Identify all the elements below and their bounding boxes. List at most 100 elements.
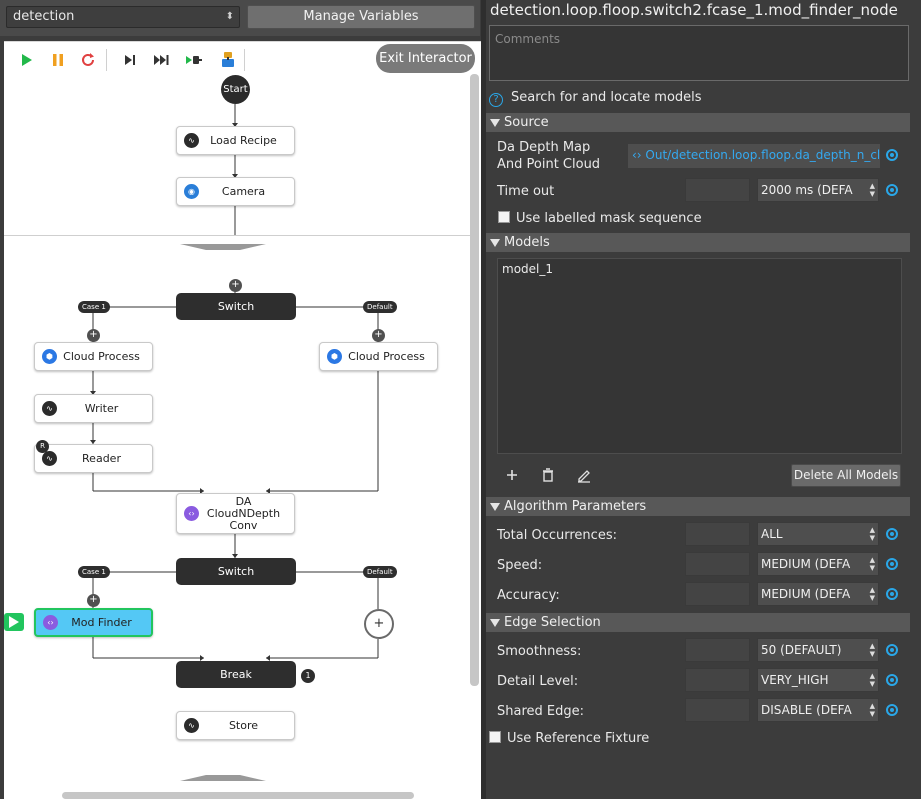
trash-icon[interactable] (540, 467, 556, 483)
source-radio[interactable] (886, 149, 898, 161)
timeout-variable-box[interactable] (685, 178, 750, 202)
collapse-handle[interactable] (180, 775, 266, 781)
spinner-icon: ▲ ▼ (869, 672, 875, 688)
cloud-process-node-left[interactable]: ⬢ Cloud Process (34, 342, 153, 371)
speed-select[interactable]: MEDIUM (DEFA ▲ ▼ (757, 552, 879, 576)
collapse-triangle-icon (490, 119, 500, 127)
node-label: Cloud Process (63, 349, 140, 363)
delete-all-models-button[interactable]: Delete All Models (791, 464, 901, 487)
models-list[interactable]: model_1 (497, 258, 902, 454)
section-algorithm-parameters[interactable]: Algorithm Parameters (486, 497, 910, 516)
switch-node-2[interactable]: Switch (176, 558, 296, 585)
flow-select[interactable]: detection ⬍ (6, 6, 240, 28)
collapse-triangle-icon (490, 503, 500, 511)
collapse-triangle-icon (490, 619, 500, 627)
total-occurrences-select[interactable]: ALL ▲ ▼ (757, 522, 879, 546)
timeout-select[interactable]: 2000 ms (DEFA ▲ ▼ (757, 178, 879, 202)
shared-edge-select[interactable]: DISABLE (DEFA ▲ ▼ (757, 698, 879, 722)
start-node[interactable]: Start (221, 75, 250, 104)
label-line: And Point Cloud (497, 157, 601, 172)
left-top-bar: detection ⬍ Manage Variables (0, 0, 480, 36)
node-label-line: Conv (229, 518, 258, 532)
detail-level-variable-box[interactable] (685, 668, 750, 692)
node-label: Writer (84, 401, 119, 415)
writer-node[interactable]: ∿ Writer (34, 394, 153, 423)
speed-label: Speed: (497, 558, 543, 573)
node-label-line: DA CloudNDepth (206, 494, 281, 520)
accuracy-variable-box[interactable] (685, 582, 750, 606)
add-branch-button[interactable]: + (229, 279, 242, 292)
default-tag: Default (363, 301, 397, 313)
add-node-button[interactable]: + (87, 594, 100, 607)
detail-level-radio[interactable] (886, 674, 898, 686)
smoothness-variable-box[interactable] (685, 638, 750, 662)
node-label: DA CloudNDepth Conv (199, 494, 294, 532)
mod-finder-node[interactable]: ‹› Mod Finder (34, 608, 153, 637)
comments-field[interactable]: Comments (489, 25, 909, 81)
collapse-handle[interactable] (180, 244, 266, 250)
wave-icon: ∿ (184, 718, 199, 733)
smoothness-label: Smoothness: (497, 644, 582, 659)
code-icon: ‹› (184, 506, 199, 521)
store-node[interactable]: ∿ Store (176, 711, 295, 740)
break-node[interactable]: Break (176, 661, 296, 688)
total-occurrences-variable-box[interactable] (685, 522, 750, 546)
select-value: 2000 ms (DEFA (761, 183, 853, 197)
source-path-field[interactable]: ‹› Out/detection.loop.floop.da_depth_n_c… (628, 144, 880, 168)
node-label: Cloud Process (348, 349, 425, 363)
cloud-process-node-right[interactable]: ⬢ Cloud Process (319, 342, 438, 371)
default-tag: Default (363, 566, 397, 578)
vertical-scrollbar[interactable] (470, 74, 479, 686)
reference-fixture-label: Use Reference Fixture (507, 731, 650, 746)
section-source[interactable]: Source (486, 113, 910, 132)
add-node-button[interactable]: + (372, 329, 385, 342)
accuracy-select[interactable]: MEDIUM (DEFA ▲ ▼ (757, 582, 879, 606)
flow-canvas[interactable]: Exit Interactor Start ∿ Load Recipe ◉ Ca… (4, 41, 481, 799)
switch-node-1[interactable]: Switch (176, 293, 296, 320)
shared-edge-variable-box[interactable] (685, 698, 750, 722)
section-models[interactable]: Models (486, 233, 910, 252)
horizontal-scrollbar[interactable] (62, 792, 414, 799)
add-icon[interactable] (504, 467, 520, 483)
speed-radio[interactable] (886, 558, 898, 570)
add-node-button[interactable]: + (87, 329, 100, 342)
total-occurrences-radio[interactable] (886, 528, 898, 540)
node-path-title: detection.loop.floop.switch2.fcase_1.mod… (490, 1, 898, 19)
select-value: ALL (761, 527, 783, 541)
help-row: ? Search for and locate models (489, 90, 909, 108)
cube-icon: ⬢ (327, 349, 342, 364)
list-item[interactable]: model_1 (502, 262, 897, 276)
spinner-icon: ▲ ▼ (869, 526, 875, 542)
speed-variable-box[interactable] (685, 552, 750, 576)
section-edge-selection[interactable]: Edge Selection (486, 613, 910, 632)
select-value: DISABLE (DEFA (761, 703, 852, 717)
play-icon (9, 616, 19, 628)
label-line: Da Depth Map (497, 140, 591, 155)
camera-node[interactable]: ◉ Camera (176, 177, 295, 206)
merge-add-button[interactable]: + (364, 609, 394, 639)
da-cloudndepth-conv-node[interactable]: ‹› DA CloudNDepth Conv (176, 493, 295, 534)
collapse-triangle-icon (490, 239, 500, 247)
manage-variables-button[interactable]: Manage Variables (247, 5, 475, 29)
edit-icon[interactable] (576, 467, 592, 483)
camera-icon: ◉ (184, 184, 199, 199)
reader-node[interactable]: ∿ Reader (34, 444, 153, 473)
link-icon: ‹› (632, 148, 646, 162)
labelled-mask-checkbox[interactable] (498, 211, 510, 223)
section-title: Algorithm Parameters (504, 499, 647, 514)
reference-fixture-checkbox[interactable] (489, 731, 501, 743)
help-icon[interactable]: ? (489, 93, 503, 107)
shared-edge-radio[interactable] (886, 704, 898, 716)
spinner-icon: ▲ ▼ (869, 702, 875, 718)
cube-icon: ⬢ (42, 349, 57, 364)
smoothness-radio[interactable] (886, 644, 898, 656)
timeout-radio[interactable] (886, 184, 898, 196)
smoothness-select[interactable]: 50 (DEFAULT) ▲ ▼ (757, 638, 879, 662)
select-value: VERY_HIGH (761, 673, 829, 687)
spinner-icon: ▲ ▼ (869, 182, 875, 198)
detail-level-label: Detail Level: (497, 674, 579, 689)
accuracy-radio[interactable] (886, 588, 898, 600)
detail-level-select[interactable]: VERY_HIGH ▲ ▼ (757, 668, 879, 692)
section-divider (4, 235, 470, 236)
load-recipe-node[interactable]: ∿ Load Recipe (176, 126, 295, 155)
